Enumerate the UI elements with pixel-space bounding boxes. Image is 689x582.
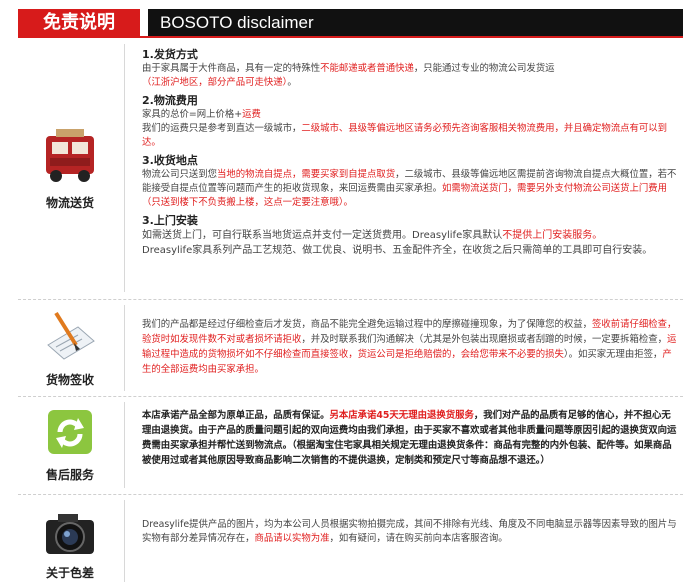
en-title: BOSOTO disclaimer: [160, 13, 314, 32]
item-line: 由于家具属于大件商品，具有一定的特殊性不能邮递或者普通快递，只能通过专业的物流公…: [142, 63, 555, 74]
inspection-section: 货物签收 我们的产品都是经过仔细检查后才发货，商品不能完全避免运输过程中的摩擦碰…: [18, 305, 683, 391]
item-title: 1.发货方式: [142, 48, 198, 61]
item-line: （江浙沪地区，部分产品可走快递）。: [142, 77, 297, 88]
item-line: 我们的运费只是参考到直达一级城市，二级城市、县级等偏远地区请务必预先咨询客服相关…: [142, 123, 668, 148]
inspection-icon-col: 货物签收: [18, 305, 122, 391]
header: 免责说明 BOSOTO disclaimer: [0, 0, 689, 38]
aftersale-section: 售后服务 本店承诺产品全部为原单正品，品质有保证。另本店承诺45天无理由退换货服…: [18, 402, 683, 488]
truck-icon: [38, 124, 102, 188]
color-section: 关于色差 Dreasylife提供产品的图片，均为本公司人员根据实物拍摄完成，其…: [18, 500, 683, 582]
signature-icon: [38, 305, 102, 369]
color-content: Dreasylife提供产品的图片，均为本公司人员根据实物拍摄完成，其间不排除有…: [142, 519, 677, 544]
logistics-section: 物流送货 1.发货方式 由于家具属于大件商品，具有一定的特殊性不能邮递或者普通快…: [18, 44, 683, 292]
header-divider: [18, 36, 683, 38]
camera-icon: [38, 502, 102, 566]
item-line: 家具的总价=网上价格+运费: [142, 109, 261, 120]
section-divider: [18, 494, 683, 495]
item-line: 物流公司只送到您当地的物流自提点，需要买家到自提点取货，二级城市、县级等偏远地区…: [142, 169, 677, 208]
en-title-bar: BOSOTO disclaimer: [148, 9, 683, 36]
refresh-icon: [38, 404, 102, 468]
item-line: 如需送货上门，可自行联系当地货运点并支付一定送货费用。Dreasylife家具默…: [142, 230, 603, 241]
cn-title: 免责说明: [18, 9, 140, 36]
aftersale-content: 本店承诺产品全部为原单正品，品质有保证。另本店承诺45天无理由退换货服务，我们对…: [142, 410, 677, 466]
item-title: 3.收货地点: [142, 154, 198, 167]
logistics-divider: [124, 44, 125, 292]
aftersale-label: 售后服务: [45, 468, 94, 482]
item-title: 3.上门安装: [142, 214, 198, 227]
item-line: Dreasylife家具系列产品工艺规范、做工优良、说明书、五金配件齐全，在收货…: [142, 245, 653, 256]
inspection-label: 货物签收: [45, 373, 94, 387]
logistics-content: 1.发货方式 由于家具属于大件商品，具有一定的特殊性不能邮递或者普通快递，只能通…: [142, 44, 679, 258]
color-divider: [124, 500, 125, 582]
logistics-label: 物流送货: [45, 196, 94, 210]
section-divider: [18, 299, 683, 300]
aftersale-icon-col: 售后服务: [18, 402, 122, 488]
color-icon-col: 关于色差: [18, 500, 122, 582]
section-divider: [18, 396, 683, 397]
aftersale-divider: [124, 402, 125, 488]
inspection-content: 我们的产品都是经过仔细检查后才发货，商品不能完全避免运输过程中的摩擦碰撞现象，为…: [142, 319, 677, 375]
logistics-icon-col: 物流送货: [18, 44, 122, 292]
inspection-divider: [124, 305, 125, 391]
item-title: 2.物流费用: [142, 94, 198, 107]
color-label: 关于色差: [45, 566, 94, 580]
